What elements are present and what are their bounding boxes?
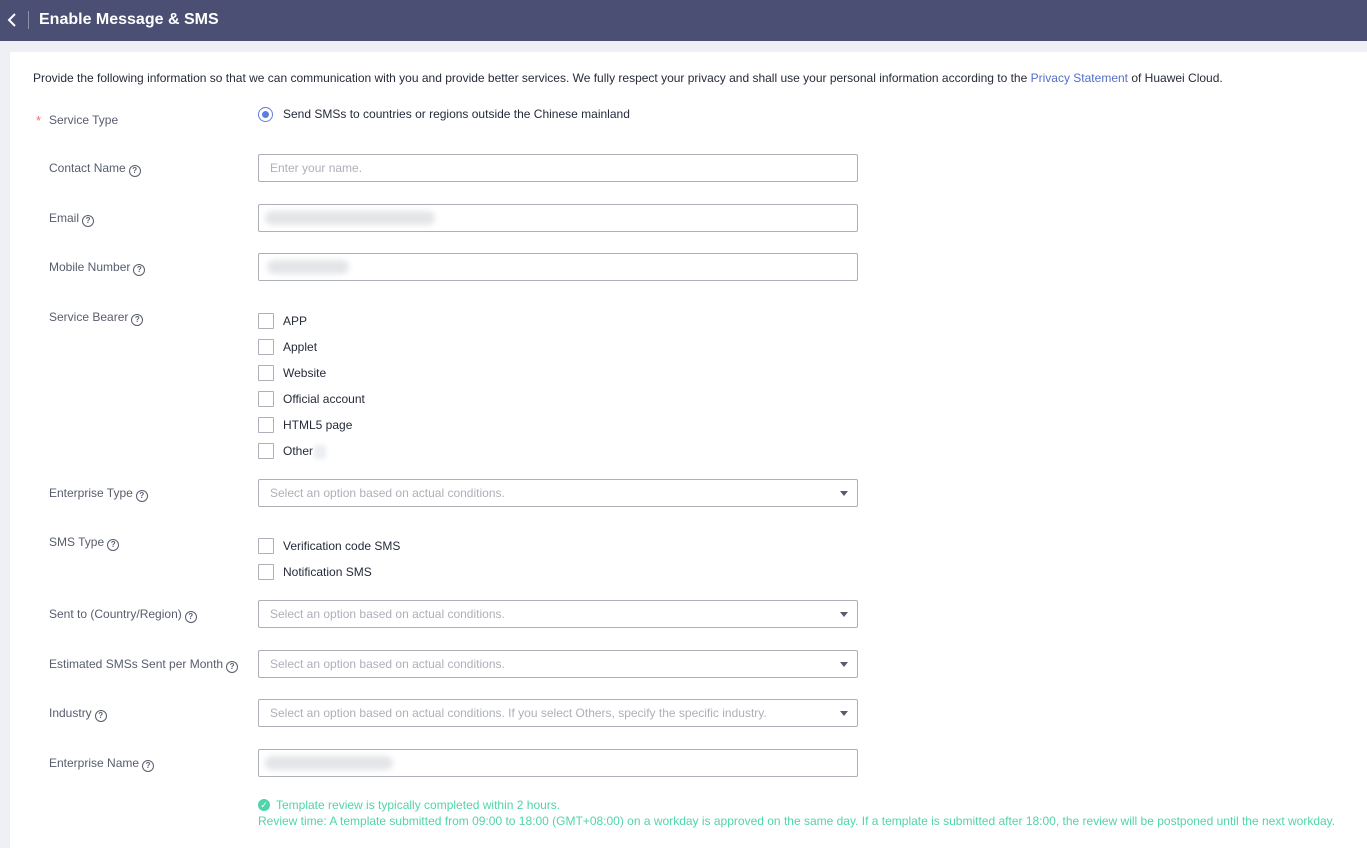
- checkbox-website[interactable]: [258, 365, 274, 381]
- contact-name-input[interactable]: Enter your name.: [258, 154, 858, 182]
- option-html5-page-label: HTML5 page: [283, 418, 353, 432]
- service-bearer-label: Service Bearer?: [49, 310, 144, 326]
- review-notice-detail: Review time: A template submitted from 0…: [258, 814, 1336, 828]
- sms-type-label: SMS Type?: [49, 535, 120, 551]
- checkbox-html5-page[interactable]: [258, 417, 274, 433]
- option-official-account-label: Official account: [283, 392, 365, 406]
- contact-name-label: Contact Name?: [49, 161, 141, 177]
- estimated-sms-placeholder: Select an option based on actual conditi…: [270, 657, 505, 671]
- help-icon[interactable]: ?: [142, 760, 155, 772]
- help-icon[interactable]: ?: [128, 165, 141, 177]
- intro-text-before: Provide the following information so tha…: [33, 71, 1031, 85]
- checkbox-official-account[interactable]: [258, 391, 274, 407]
- enterprise-type-select[interactable]: Select an option based on actual conditi…: [258, 479, 858, 507]
- help-icon[interactable]: ?: [94, 710, 107, 722]
- header-divider: [28, 11, 29, 29]
- help-icon[interactable]: ?: [226, 661, 239, 673]
- email-label: Email?: [49, 211, 95, 227]
- mobile-number-label: Mobile Number?: [49, 260, 146, 276]
- redacted-email-value: [265, 211, 435, 225]
- service-type-radio[interactable]: [258, 107, 273, 122]
- page-title: Enable Message & SMS: [39, 11, 219, 28]
- help-icon[interactable]: ?: [107, 539, 120, 551]
- intro-text: Provide the following information so tha…: [33, 71, 1223, 85]
- option-notification-sms-label: Notification SMS: [283, 565, 372, 579]
- redacted-enterprise-name-value: [265, 756, 393, 770]
- option-website-label: Website: [283, 366, 327, 380]
- option-other-label: Other: [283, 444, 314, 458]
- service-type-label: Service Type: [49, 113, 119, 127]
- checkbox-other[interactable]: [258, 443, 274, 459]
- industry-label: Industry?: [49, 706, 107, 722]
- privacy-statement-link[interactable]: Privacy Statement: [1031, 71, 1128, 85]
- mobile-number-input[interactable]: [258, 253, 858, 281]
- help-icon[interactable]: ?: [133, 264, 146, 276]
- enterprise-type-label: Enterprise Type?: [49, 486, 148, 502]
- sent-to-select[interactable]: Select an option based on actual conditi…: [258, 600, 858, 628]
- redacted-mobile-value: [267, 260, 349, 274]
- intro-text-after: of Huawei Cloud.: [1128, 71, 1223, 85]
- industry-placeholder: Select an option based on actual conditi…: [270, 706, 767, 720]
- sent-to-placeholder: Select an option based on actual conditi…: [270, 607, 505, 621]
- chevron-down-icon: [840, 662, 848, 667]
- enterprise-name-input[interactable]: [258, 749, 858, 777]
- service-type-option-label: Send SMSs to countries or regions outsid…: [283, 107, 630, 121]
- help-icon[interactable]: ?: [184, 611, 197, 623]
- required-mark: *: [36, 113, 42, 128]
- review-notice-title: Template review is typically completed w…: [276, 798, 561, 812]
- chevron-down-icon: [840, 612, 848, 617]
- chevron-down-icon: [840, 711, 848, 716]
- enterprise-name-label: Enterprise Name?: [49, 756, 155, 772]
- checkbox-notification-sms[interactable]: [258, 564, 274, 580]
- help-icon[interactable]: ?: [131, 314, 144, 326]
- industry-select[interactable]: Select an option based on actual conditi…: [258, 699, 858, 727]
- help-icon[interactable]: ?: [82, 215, 95, 227]
- estimated-sms-label: Estimated SMSs Sent per Month?: [49, 657, 239, 673]
- back-arrow-icon[interactable]: [6, 10, 20, 30]
- sent-to-label: Sent to (Country/Region)?: [49, 607, 197, 623]
- page-header: Enable Message & SMS: [0, 0, 1367, 41]
- email-input[interactable]: [258, 204, 858, 232]
- check-circle-icon: ✓: [258, 799, 270, 811]
- option-applet-label: Applet: [283, 340, 318, 354]
- redacted-region: [314, 445, 326, 459]
- enterprise-type-placeholder: Select an option based on actual conditi…: [270, 486, 505, 500]
- help-icon[interactable]: ?: [135, 490, 148, 502]
- checkbox-app[interactable]: [258, 313, 274, 329]
- option-verification-code-sms-label: Verification code SMS: [283, 539, 401, 553]
- checkbox-applet[interactable]: [258, 339, 274, 355]
- estimated-sms-select[interactable]: Select an option based on actual conditi…: [258, 650, 858, 678]
- contact-name-placeholder: Enter your name.: [270, 161, 363, 175]
- checkbox-verification-code-sms[interactable]: [258, 538, 274, 554]
- option-app-label: APP: [283, 314, 308, 328]
- chevron-down-icon: [840, 491, 848, 496]
